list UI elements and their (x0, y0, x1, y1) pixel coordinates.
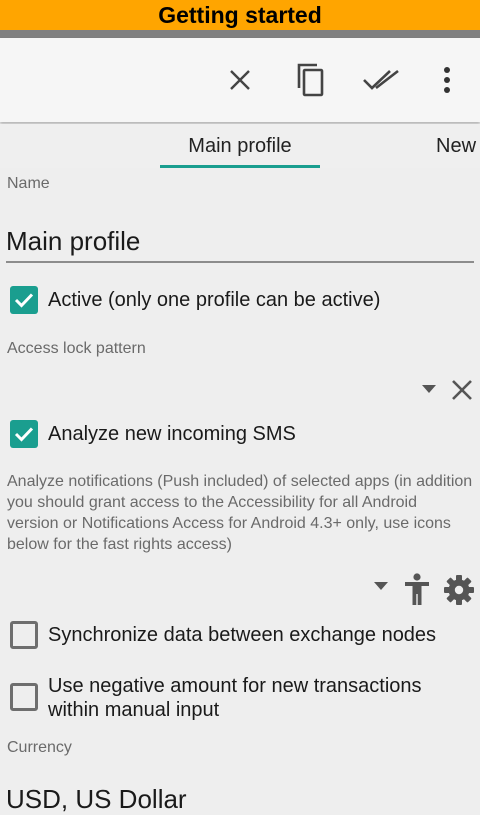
copy-button[interactable] (291, 60, 331, 100)
sync-checkbox-label[interactable]: Synchronize data between exchange nodes (48, 623, 436, 647)
gear-icon (444, 575, 474, 605)
negative-amount-checkbox[interactable] (10, 683, 38, 711)
notifications-description: Analyze notifications (Push included) of… (7, 473, 473, 553)
tab-label: Main profile (188, 134, 292, 157)
close-icon (452, 380, 472, 400)
tab-main-profile[interactable]: Main profile (160, 124, 320, 168)
done-all-icon (363, 69, 399, 90)
tab-label: New (436, 134, 477, 157)
access-lock-label: Access lock pattern (7, 340, 146, 357)
checkmark-icon (14, 427, 34, 442)
access-lock-dropdown[interactable] (420, 382, 438, 396)
more-options-button[interactable] (427, 60, 467, 100)
close-icon (230, 70, 250, 90)
dropdown-arrow-icon (374, 582, 388, 590)
copy-icon (297, 63, 324, 97)
checkmark-icon (14, 293, 34, 308)
close-button[interactable] (220, 60, 260, 100)
action-toolbar (0, 38, 480, 122)
notifications-access-button[interactable] (442, 573, 476, 607)
negative-amount-label[interactable]: Use negative amount for new transactions… (48, 674, 468, 722)
accessibility-access-button[interactable] (402, 572, 432, 606)
active-checkbox-label[interactable]: Active (only one profile can be active) (48, 288, 380, 312)
banner-title: Getting started (158, 1, 322, 28)
sync-checkbox[interactable] (10, 621, 38, 649)
more-vert-icon (444, 67, 450, 93)
analyze-sms-label[interactable]: Analyze new incoming SMS (48, 422, 296, 446)
tab-new[interactable]: New (436, 124, 480, 168)
save-button[interactable] (362, 60, 402, 100)
accessibility-icon (405, 573, 429, 605)
name-label: Name (7, 175, 50, 192)
active-checkbox[interactable] (10, 286, 38, 314)
apps-dropdown[interactable] (372, 580, 390, 592)
profile-tabs: Main profile New (0, 124, 480, 168)
selected-tab-indicator (160, 165, 320, 168)
analyze-sms-checkbox[interactable] (10, 420, 38, 448)
clear-access-lock-button[interactable] (448, 376, 476, 404)
currency-label: Currency (7, 739, 72, 756)
banner-divider (0, 30, 480, 38)
name-input-underline (6, 261, 474, 263)
profile-name-input[interactable]: Main profile (6, 226, 140, 257)
getting-started-banner: Getting started (0, 0, 480, 30)
dropdown-arrow-icon (422, 385, 436, 393)
